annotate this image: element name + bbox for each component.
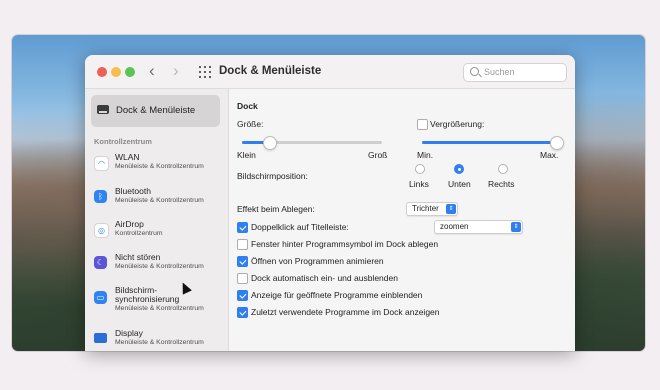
sidebar-item-bluetooth[interactable]: ᛒ Bluetooth Menüleiste & Kontrollzentrum [91,185,223,215]
sidebar-item-wlan[interactable]: ◠ WLAN Menüleiste & Kontrollzentrum [91,151,223,181]
autohide-checkbox[interactable] [237,273,248,284]
position-label: Bildschirmposition: [237,171,308,181]
size-min-label: Klein [237,150,256,160]
position-right-radio[interactable] [498,164,508,174]
search-icon [470,67,479,76]
chevron-updown-icon: ⇕ [511,222,521,232]
moon-icon: ☾ [94,256,107,269]
wifi-icon: ◠ [94,156,109,171]
display-icon [94,333,107,343]
show-all-grid-icon[interactable] [199,66,211,78]
sidebar: Dock & Menüleiste Kontrollzentrum ◠ WLAN… [85,89,229,351]
minimize-into-icon-label: Fenster hinter Programmsymbol im Dock ab… [251,239,439,249]
doubleclick-checkbox[interactable] [237,222,248,233]
minimize-effect-popup[interactable]: Trichter ⇕ [406,202,458,216]
magnification-checkbox[interactable] [417,119,428,130]
sidebar-item-subtitle: Menüleiste & Kontrollzentrum [115,197,204,204]
magnification-label: Vergrößerung: [430,119,485,129]
magnification-slider-fill [422,141,556,144]
sidebar-item-subtitle: Kontrollzentrum [115,230,163,237]
search-input[interactable]: Suchen [463,63,567,82]
sidebar-item-do-not-disturb[interactable]: ☾ Nicht stören Menüleiste & Kontrollzent… [91,251,223,281]
magnification-max-label: Max. [540,150,559,160]
magnification-slider[interactable] [422,136,564,150]
sidebar-item-subtitle: Menüleiste & Kontrollzentrum [115,305,204,312]
show-indicators-checkbox[interactable] [237,290,248,301]
sidebar-item-subtitle: Menüleiste & Kontrollzentrum [115,263,204,270]
sidebar-item-dock-menubar[interactable]: Dock & Menüleiste [91,95,220,127]
show-indicators-label: Anzeige für geöffnete Programme einblend… [251,290,423,300]
size-slider-knob[interactable] [262,136,277,150]
minimize-effect-label: Effekt beim Ablegen: [237,204,315,214]
size-label: Größe: [237,119,264,129]
settings-window: ‹ › Dock & Menüleiste Suchen Dock & Menü… [85,55,575,351]
search-placeholder: Suchen [484,67,515,77]
autohide-label: Dock automatisch ein- und ausblenden [251,273,398,283]
sidebar-item-display[interactable]: Display Menüleiste & Kontrollzentrum [91,327,223,351]
sidebar-item-label: AirDrop [115,219,144,229]
size-max-label: Groß [368,150,388,160]
sidebar-section-header: Kontrollzentrum [94,137,152,146]
doubleclick-label: Doppelklick auf Titelleiste: [251,222,349,232]
sidebar-item-label-line2: synchronisierung [115,294,180,304]
sidebar-item-label: Dock & Menüleiste [116,105,196,116]
position-bottom-label: Unten [448,179,471,189]
minimize-effect-value: Trichter [412,204,439,213]
close-button[interactable] [97,67,107,77]
zoom-button[interactable] [125,67,135,77]
dock-settings-pane: Dock Größe: Klein Groß Vergrößerung: Min… [229,89,575,351]
doubleclick-action-popup[interactable]: zoomen ⇕ [434,220,523,234]
sidebar-item-subtitle: Menüleiste & Kontrollzentrum [115,339,204,346]
bluetooth-icon: ᛒ [94,190,107,203]
section-title: Dock [237,101,258,111]
sidebar-item-label: Display [115,328,143,338]
position-right-label: Rechts [488,179,515,189]
position-bottom-radio[interactable] [454,164,464,174]
position-left-label: Links [409,179,429,189]
forward-button[interactable]: › [173,62,179,80]
back-button[interactable]: ‹ [149,62,155,80]
sidebar-item-label: Nicht stören [115,252,161,262]
chevron-updown-icon: ⇕ [446,204,456,214]
sidebar-item-subtitle: Menüleiste & Kontrollzentrum [115,163,204,170]
window-title: Dock & Menüleiste [219,65,322,77]
sidebar-item-label: Bluetooth [115,186,151,196]
show-recent-apps-checkbox[interactable] [237,307,248,318]
minimize-into-icon-checkbox[interactable] [237,239,248,250]
size-slider[interactable] [242,136,382,150]
sidebar-item-airdrop[interactable]: ◎ AirDrop Kontrollzentrum [91,218,223,248]
magnification-slider-knob[interactable] [550,136,564,150]
screen-mirroring-icon: ▭ [94,291,107,304]
animate-opening-label: Öffnen von Programmen animieren [251,256,384,266]
minimize-button[interactable] [111,67,121,77]
position-left-radio[interactable] [415,164,425,174]
magnification-min-label: Min. [417,150,434,160]
dock-icon [97,105,109,114]
doubleclick-action-value: zoomen [440,222,469,231]
show-recent-apps-label: Zuletzt verwendete Programme im Dock anz… [251,307,440,317]
sidebar-item-screen-mirroring[interactable]: ▭ Bildschirm- synchronisierung Menüleist… [91,284,223,322]
window-titlebar: ‹ › Dock & Menüleiste Suchen [85,55,575,89]
airdrop-icon: ◎ [94,223,109,238]
sidebar-item-label: WLAN [115,152,140,162]
animate-opening-checkbox[interactable] [237,256,248,267]
